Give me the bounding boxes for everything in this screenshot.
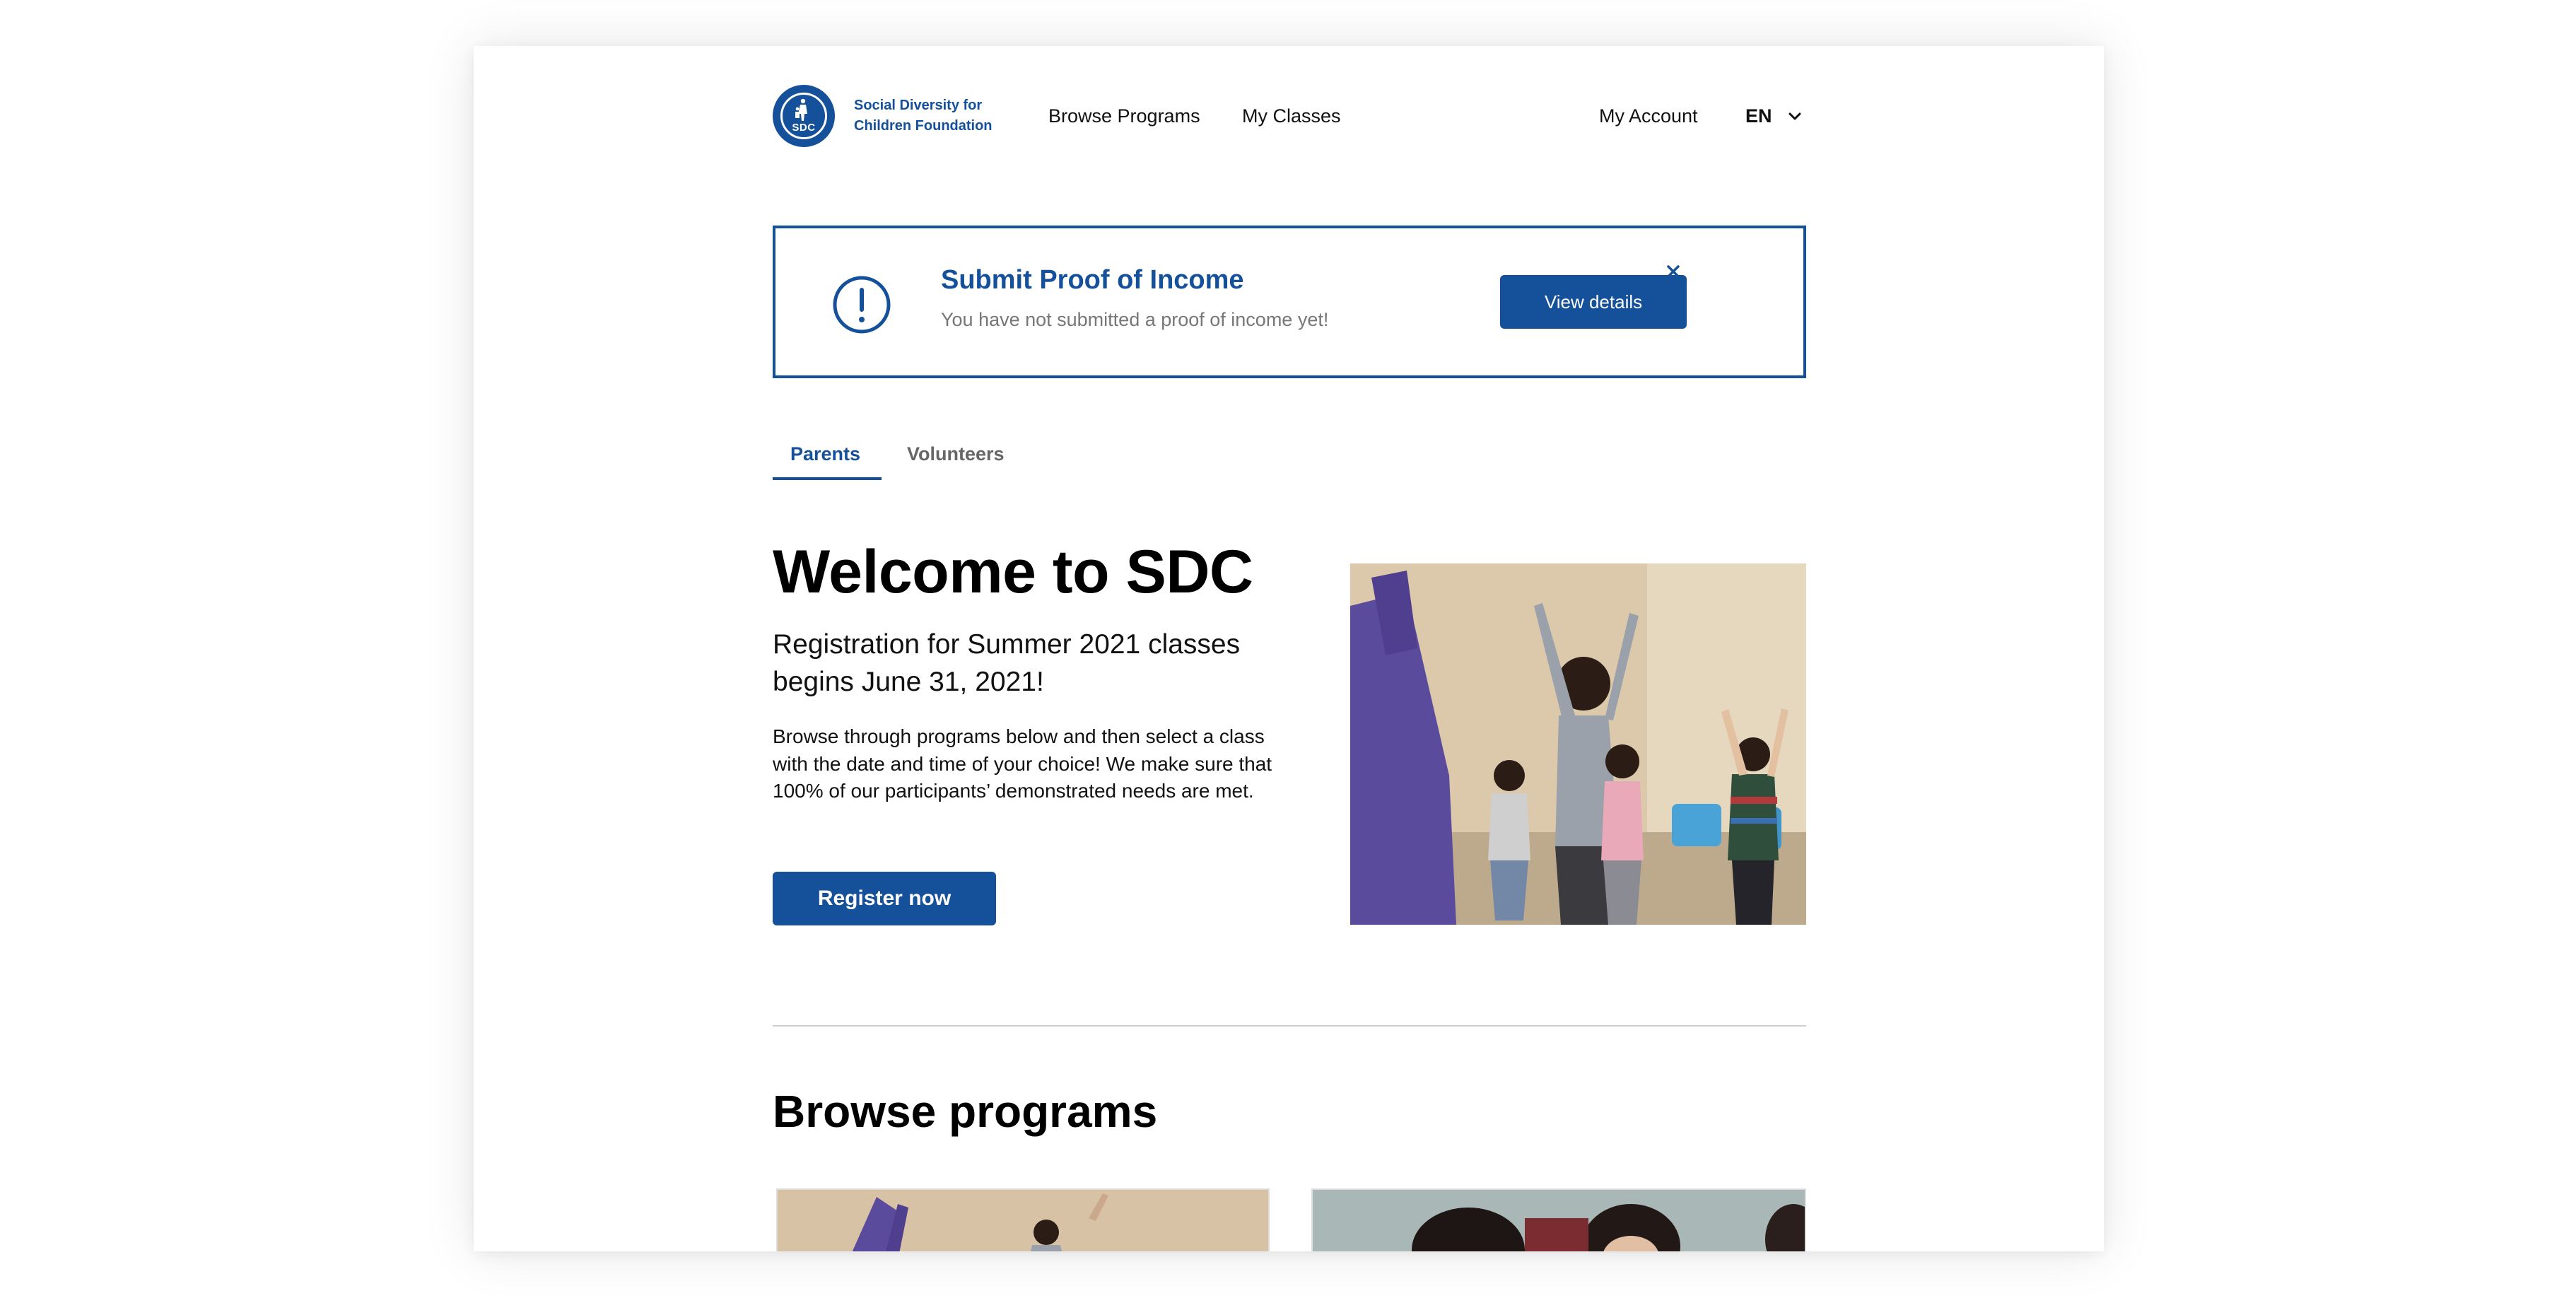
tab-volunteers[interactable]: Volunteers bbox=[907, 443, 1005, 465]
logo-line-1: Social Diversity for bbox=[854, 98, 983, 113]
logo-badge-text: SDC bbox=[792, 122, 816, 134]
active-tab-indicator bbox=[773, 477, 882, 480]
browse-programs-heading: Browse programs bbox=[773, 1086, 1158, 1137]
page-frame: SDC Social Diversity for Children Founda… bbox=[474, 46, 2104, 1251]
hero-photo bbox=[1350, 563, 1806, 925]
hero-description: Browse through programs below and then s… bbox=[773, 725, 1272, 802]
proof-of-income-alert: Submit Proof of Income You have not subm… bbox=[773, 226, 1806, 378]
nav-browse-programs[interactable]: Browse Programs bbox=[1048, 105, 1200, 127]
logo-text: Social Diversity for Children Foundation bbox=[854, 95, 1009, 136]
tab-parents[interactable]: Parents bbox=[790, 443, 860, 465]
nav-my-account[interactable]: My Account bbox=[1599, 105, 1698, 127]
chevron-down-icon bbox=[1788, 112, 1801, 119]
close-icon[interactable] bbox=[1663, 261, 1684, 282]
language-select[interactable]: EN bbox=[1745, 105, 1802, 127]
logo[interactable]: SDC Social Diversity for Children Founda… bbox=[773, 85, 1009, 147]
children-figure-icon bbox=[795, 98, 807, 121]
program-card-image-1[interactable] bbox=[776, 1188, 1270, 1251]
children-exercising-image bbox=[1350, 563, 1806, 925]
language-value: EN bbox=[1745, 105, 1772, 127]
exclamation-circle-icon bbox=[833, 276, 891, 334]
register-now-button[interactable]: Register now bbox=[773, 872, 996, 925]
logo-line-2: Children Foundation bbox=[854, 118, 993, 134]
logo-badge: SDC bbox=[773, 85, 835, 147]
view-details-button[interactable]: View details bbox=[1500, 275, 1687, 329]
section-divider bbox=[773, 1025, 1806, 1027]
nav-my-classes[interactable]: My Classes bbox=[1242, 105, 1341, 127]
registration-subtitle: Registration for Summer 2021 classes beg… bbox=[773, 629, 1241, 697]
program-image-2 bbox=[1313, 1190, 1805, 1251]
alert-title: Submit Proof of Income bbox=[941, 265, 1244, 295]
alert-message: You have not submitted a proof of income… bbox=[941, 309, 1329, 330]
program-image-1 bbox=[778, 1190, 1268, 1251]
program-card-image-2[interactable] bbox=[1311, 1188, 1806, 1251]
page-title: Welcome to SDC bbox=[773, 538, 1253, 606]
